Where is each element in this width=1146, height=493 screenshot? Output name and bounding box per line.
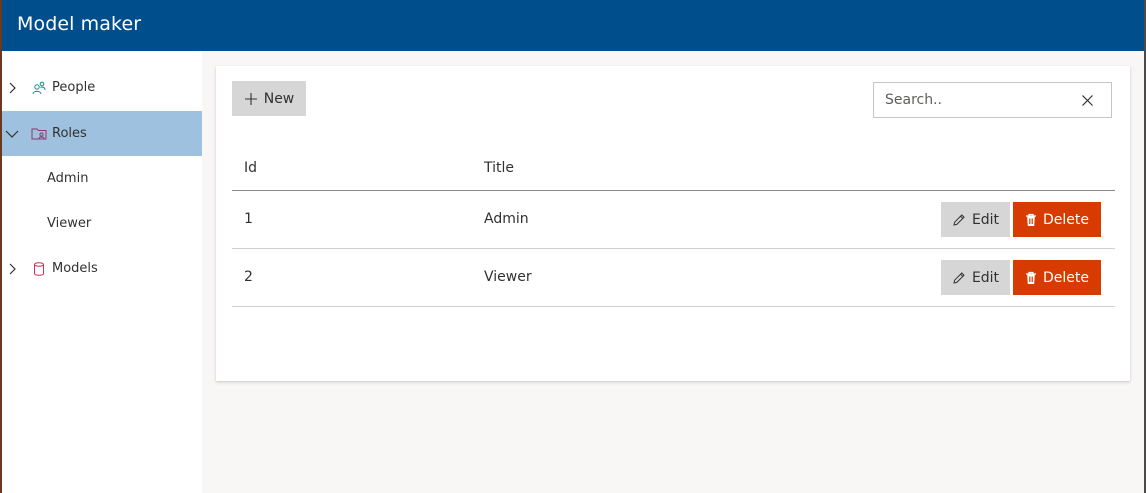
close-icon[interactable] — [1081, 94, 1094, 107]
edit-button[interactable]: Edit — [941, 260, 1010, 295]
column-header-id[interactable]: Id — [244, 160, 257, 176]
table-row: 2 Viewer Edit Delete — [232, 249, 1115, 307]
delete-button[interactable]: Delete — [1013, 260, 1101, 295]
sidebar-item-label: People — [52, 80, 96, 95]
plus-icon — [244, 92, 257, 105]
cell-id: 2 — [244, 269, 253, 285]
search-input[interactable] — [885, 91, 1075, 109]
sidebar-child-viewer[interactable]: Viewer — [0, 201, 202, 246]
sidebar-child-label: Viewer — [47, 216, 92, 231]
sidebar-item-label: Models — [52, 261, 98, 276]
sidebar-item-people[interactable]: People — [0, 65, 202, 110]
roles-icon — [31, 128, 47, 139]
table-header: Id Title — [232, 150, 1115, 191]
roles-table: Id Title 1 Admin Edit Delete 2 Viewer Ed… — [232, 150, 1115, 307]
app-title: Model maker — [17, 13, 142, 35]
search-box[interactable] — [873, 82, 1112, 118]
edit-button-label: Edit — [971, 269, 1000, 286]
delete-button[interactable]: Delete — [1013, 202, 1101, 237]
cell-title: Viewer — [484, 269, 532, 285]
chevron-right-icon[interactable] — [5, 262, 19, 276]
roles-card: New Id Title 1 Admin Edit — [216, 66, 1130, 381]
chevron-down-icon[interactable] — [5, 127, 19, 141]
app-header: Model maker — [0, 0, 1146, 51]
pencil-icon — [953, 271, 965, 284]
edit-button[interactable]: Edit — [941, 202, 1010, 237]
trash-icon — [1026, 213, 1036, 226]
chevron-right-icon[interactable] — [5, 81, 19, 95]
pencil-icon — [953, 213, 965, 226]
sidebar-item-roles[interactable]: Roles — [0, 111, 202, 156]
main-content: New Id Title 1 Admin Edit — [202, 51, 1146, 493]
edit-button-label: Edit — [971, 211, 1000, 228]
database-icon — [34, 261, 44, 276]
new-button[interactable]: New — [232, 81, 306, 116]
column-header-title[interactable]: Title — [484, 160, 514, 176]
delete-button-label: Delete — [1043, 211, 1089, 228]
window-frame-left — [0, 0, 2, 493]
sidebar-child-label: Admin — [47, 171, 89, 186]
cell-title: Admin — [484, 211, 529, 227]
sidebar: People Roles Admin Viewer Models — [0, 51, 202, 493]
people-icon — [32, 81, 46, 94]
sidebar-child-admin[interactable]: Admin — [0, 156, 202, 201]
delete-button-label: Delete — [1043, 269, 1089, 286]
sidebar-item-label: Roles — [52, 126, 87, 141]
cell-id: 1 — [244, 211, 253, 227]
table-row: 1 Admin Edit Delete — [232, 191, 1115, 249]
sidebar-item-models[interactable]: Models — [0, 246, 202, 291]
new-button-label: New — [263, 90, 295, 107]
trash-icon — [1026, 271, 1036, 284]
